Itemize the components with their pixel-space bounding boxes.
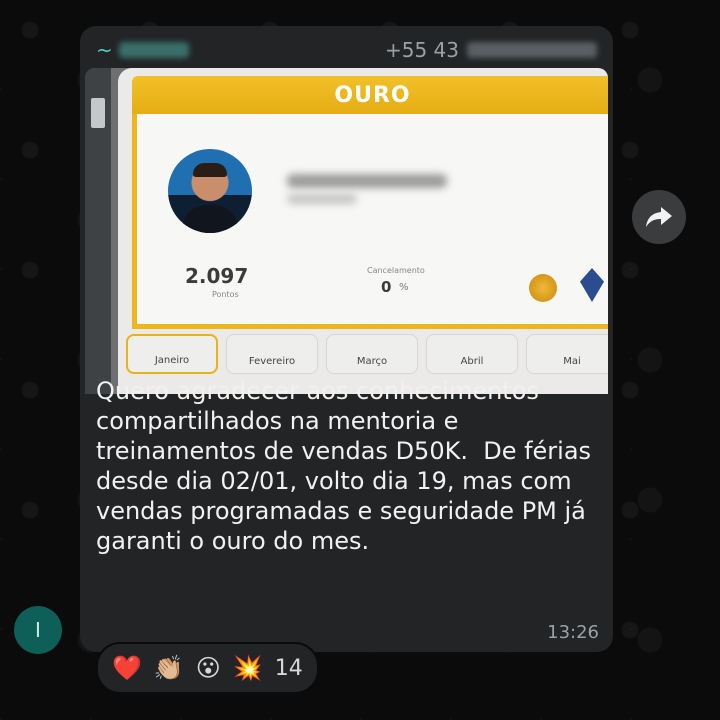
level-label: OURO <box>334 82 411 108</box>
clap-reaction-icon: 👏🏼 <box>153 654 184 682</box>
photographed-screen: OURO 2.097 Pontos Cancelamento 0 % Janei… <box>118 68 608 394</box>
message-text: Quero agradecer aos conhecimentos compar… <box>96 377 599 555</box>
profile-name-redacted <box>287 174 447 188</box>
profile-card: 2.097 Pontos Cancelamento 0 % <box>132 114 608 329</box>
sender-prefix: ~ <box>96 38 113 62</box>
points-value: 2.097 <box>185 264 249 288</box>
month-tab: Janeiro <box>126 334 218 374</box>
month-tab: Fevereiro <box>226 334 318 374</box>
month-tab: Abril <box>426 334 518 374</box>
gold-medal-icon <box>529 274 557 302</box>
surprised-reaction-icon: 😮 <box>195 654 221 682</box>
phone-prefix: +55 43 <box>384 38 459 62</box>
level-banner: OURO <box>132 76 608 114</box>
cancel-value: 0 <box>381 278 392 296</box>
forward-icon <box>646 207 672 227</box>
cancel-unit: % <box>399 282 409 293</box>
profile-subtitle-redacted <box>287 194 357 204</box>
month-tabs: Janeiro Fevereiro Março Abril Mai <box>126 334 608 374</box>
reaction-count: 14 <box>274 655 303 681</box>
sender-name-redacted <box>118 42 189 58</box>
phone-redacted <box>467 42 597 58</box>
cancel-label: Cancelamento <box>367 266 425 275</box>
photo-edge <box>85 68 111 394</box>
reactions-bar[interactable]: ❤️ 👏🏼 😮 💥 14 <box>96 642 319 694</box>
month-tab: Mai <box>526 334 608 374</box>
photo-attachment[interactable]: OURO 2.097 Pontos Cancelamento 0 % Janei… <box>85 68 608 394</box>
month-tab: Março <box>326 334 418 374</box>
message-time: 13:26 <box>547 622 599 643</box>
profile-photo <box>168 149 252 233</box>
heart-reaction-icon: ❤️ <box>112 654 142 682</box>
sender-phone: +55 43 <box>385 38 597 62</box>
sender-avatar[interactable]: I <box>14 606 62 654</box>
forward-button[interactable] <box>632 190 686 244</box>
message-bubble[interactable]: ~ +55 43 OURO 2.097 Pontos Cancelamento <box>80 26 613 652</box>
diamond-medal-icon <box>580 268 604 302</box>
sender-row: ~ +55 43 <box>96 34 597 66</box>
points-label: Pontos <box>212 290 239 299</box>
avatar-initial: I <box>35 618 41 642</box>
collision-reaction-icon: 💥 <box>232 654 263 682</box>
sender-name[interactable]: ~ <box>96 38 189 62</box>
